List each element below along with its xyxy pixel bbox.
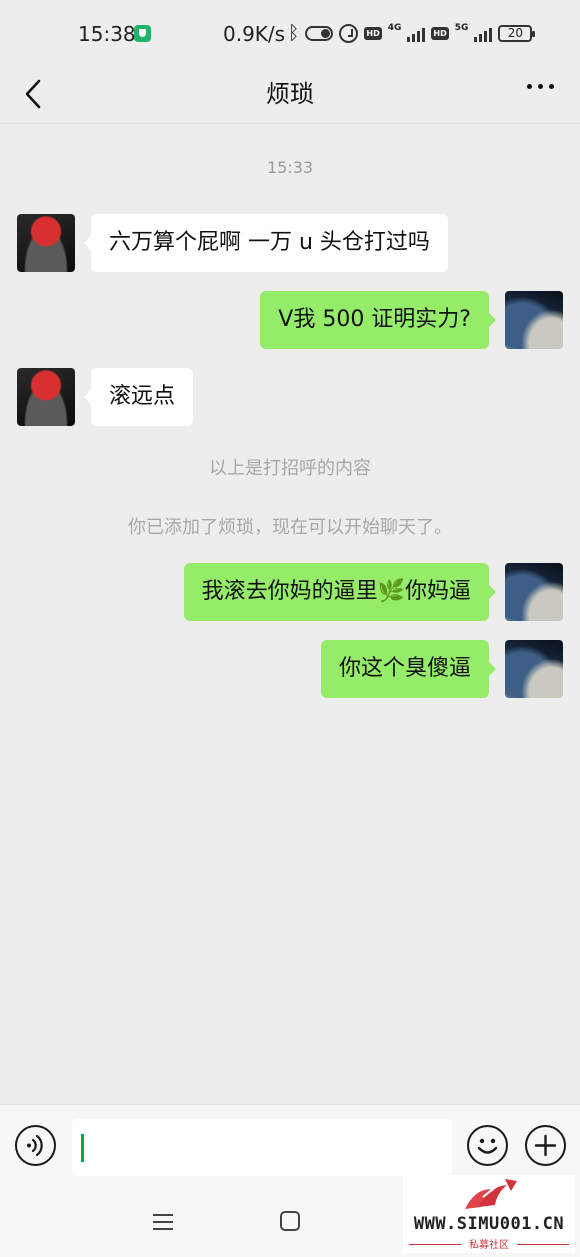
status-time: 15:38 [78,22,136,46]
network-5g-label: 5G [454,22,469,33]
message-bubble[interactable]: 你这个臭傻逼 [320,640,497,698]
status-icons: ᛒ HD 4G HD 5G 20 [288,22,536,44]
battery-icon: 20 [498,25,536,42]
text-caret [81,1134,84,1162]
network-speed: 0.9K/s [223,22,286,46]
message-bubble[interactable]: 滚远点 [83,368,194,426]
watermark-rule-right [517,1244,569,1245]
message-bubble[interactable]: 我滚去你妈的逼里🌿你妈逼 [183,563,497,621]
signal-icon-2 [474,26,493,42]
menu-icon[interactable] [152,1212,174,1236]
message-input[interactable] [72,1119,452,1176]
shield-icon [134,25,151,42]
greeting-note: 以上是打招呼的内容 [209,458,371,479]
signal-icon [407,26,426,42]
added-friend-note: 你已添加了烦琐，现在可以开始聊天了。 [128,517,452,538]
alarm-icon [339,24,359,43]
message-bubble[interactable]: V我 500 证明实力? [260,291,496,349]
my-avatar[interactable] [505,640,563,698]
friend-avatar[interactable] [17,214,75,272]
status-bar: 15:38 0.9K/s ᛒ HD 4G HD 5G 20 [0,0,580,66]
voice-icon[interactable] [15,1125,56,1166]
more-icon[interactable] [527,84,554,89]
my-avatar[interactable] [505,291,563,349]
plus-icon[interactable] [525,1125,566,1166]
bluetooth-icon: ᛒ [288,22,300,44]
friend-avatar[interactable] [17,368,75,426]
message-timestamp: 15:33 [266,158,314,177]
chat-title: 烦琐 [266,80,314,108]
watermark-site: WWW.SIMU001.CN [413,1214,565,1234]
message-bubble[interactable]: 六万算个屁啊 一万 u 头仓打过吗 [84,214,448,272]
home-icon[interactable] [280,1211,300,1231]
watermark: WWW.SIMU001.CN 私募社区 [403,1175,575,1253]
chat-header: 烦琐 [0,66,580,124]
toggle-icon [305,26,334,41]
hd-icon: HD [364,27,382,40]
chat-area[interactable]: 15:33 六万算个屁啊 一万 u 头仓打过吗 V我 500 证明实力? 滚远点… [0,124,580,1104]
hd-icon-2: HD [431,27,449,40]
emoji-icon[interactable] [467,1125,508,1166]
my-avatar[interactable] [505,563,563,621]
watermark-logo [461,1177,519,1217]
network-4g-label: 4G [387,22,402,33]
